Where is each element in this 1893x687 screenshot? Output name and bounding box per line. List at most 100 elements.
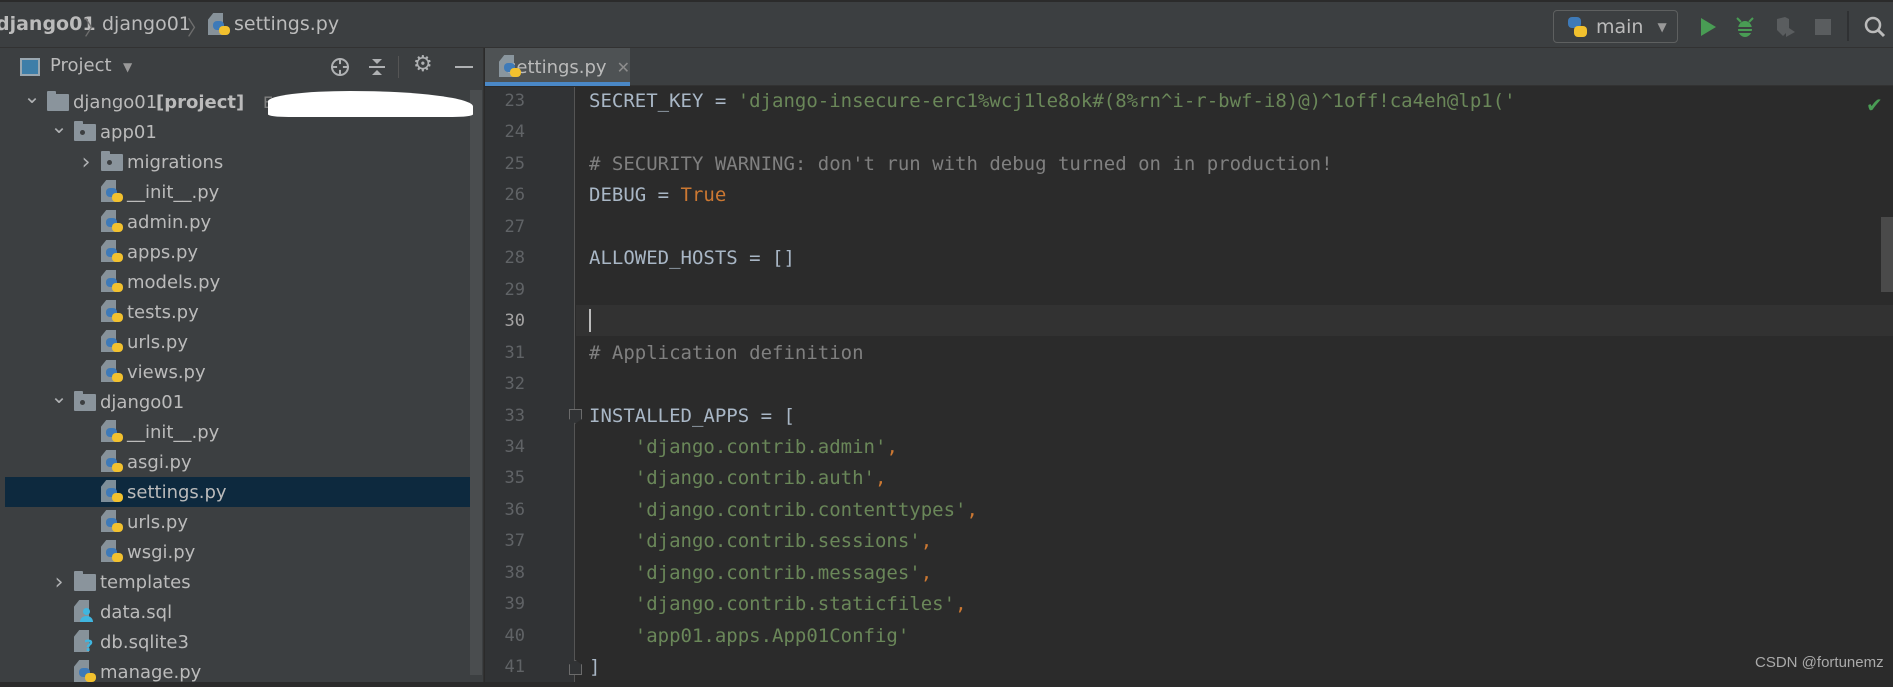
python-file-icon <box>101 540 123 564</box>
gear-icon[interactable]: ⚙ <box>413 52 433 77</box>
tree-item[interactable]: urls.py <box>5 507 470 537</box>
chevron-down-icon[interactable]: ⌄ <box>24 84 41 108</box>
tree-item-label: data.sql <box>100 601 173 623</box>
breadcrumb-file[interactable]: settings.py <box>234 13 339 35</box>
python-file-icon <box>101 270 123 294</box>
tree-item-label: tests.py <box>127 301 199 323</box>
tree-item-label: apps.py <box>127 241 199 263</box>
close-tab-icon[interactable]: ✕ <box>617 58 630 77</box>
search-button[interactable] <box>1860 12 1890 42</box>
python-file-icon <box>101 360 123 384</box>
breadcrumb-project[interactable]: django01 <box>0 13 96 35</box>
code-line[interactable]: ALLOWED_HOSTS = [] <box>589 243 795 274</box>
code-token-string: 'django.contrib.contenttypes' <box>634 498 967 521</box>
line-number: 29 <box>504 279 525 300</box>
python-file-icon <box>101 480 123 504</box>
code-line[interactable]: 'django.contrib.admin', <box>589 432 898 463</box>
line-number: 27 <box>504 216 525 237</box>
python-file-icon <box>101 180 123 204</box>
code-line[interactable]: 'django.contrib.sessions', <box>589 526 932 557</box>
project-panel-scrollbar[interactable] <box>470 90 482 675</box>
tree-item[interactable]: __init__.py <box>5 417 470 447</box>
line-number: 36 <box>504 499 525 520</box>
chevron-down-icon[interactable]: ⌄ <box>51 384 68 408</box>
tab-settings-py[interactable]: settings.py ✕ <box>485 48 630 86</box>
code-line[interactable]: 'app01.apps.App01Config' <box>589 621 910 652</box>
tree-item[interactable]: __init__.py <box>5 177 470 207</box>
tree-item[interactable]: settings.py <box>5 477 470 507</box>
no-problems-check-icon[interactable]: ✔ <box>1866 93 1883 117</box>
locate-file-icon[interactable] <box>330 57 350 77</box>
sql-file-icon <box>74 600 96 624</box>
code-line[interactable]: DEBUG = True <box>589 180 726 211</box>
tree-item[interactable]: ⌄ app01 <box>5 114 470 147</box>
run-configuration-dropdown[interactable]: main ▼ <box>1553 10 1678 43</box>
code-token-string: 'django.contrib.sessions' <box>634 530 921 553</box>
tree-item[interactable]: apps.py <box>5 237 470 267</box>
code-line[interactable]: ] <box>589 652 600 683</box>
tree-item[interactable]: urls.py <box>5 327 470 357</box>
breadcrumb-package[interactable]: django01 <box>102 13 191 35</box>
code-line[interactable]: SECRET_KEY = 'django-insecure-erc1%wcj1l… <box>589 86 1516 117</box>
tree-item[interactable]: views.py <box>5 357 470 387</box>
line-number: 37 <box>504 531 525 552</box>
code-line[interactable]: 'django.contrib.contenttypes', <box>589 495 978 526</box>
line-number: 33 <box>504 405 525 426</box>
code-line[interactable]: 'django.contrib.auth', <box>589 463 887 494</box>
tree-item[interactable]: admin.py <box>5 207 470 237</box>
tree-item-label: models.py <box>127 271 221 293</box>
tree-item[interactable]: › templates <box>5 567 470 597</box>
hide-panel-icon[interactable] <box>455 66 473 68</box>
code-line[interactable]: # Application definition <box>589 338 864 369</box>
code-line[interactable]: INSTALLED_APPS = [ <box>589 401 795 432</box>
chevron-down-icon[interactable]: ▼ <box>123 60 132 74</box>
debug-button[interactable] <box>1730 12 1760 42</box>
tree-item-label: __init__.py <box>127 421 220 443</box>
tree-item-label: db.sqlite3 <box>100 631 189 653</box>
stop-button[interactable] <box>1808 12 1838 42</box>
tree-item-label: templates <box>100 571 191 593</box>
tree-item[interactable]: wsgi.py <box>5 537 470 567</box>
search-icon <box>1864 16 1886 38</box>
code-token-keyword: True <box>680 184 727 207</box>
chevron-down-icon[interactable]: ⌄ <box>51 114 68 138</box>
chevron-right-icon[interactable]: › <box>79 150 93 175</box>
code-token-identifier: ] <box>589 656 601 679</box>
code-token-identifier <box>589 530 635 552</box>
tree-item[interactable]: ? db.sqlite3 <box>5 627 470 657</box>
code-line[interactable]: 'django.contrib.messages', <box>589 558 932 589</box>
code-token-identifier <box>589 467 635 489</box>
tree-item[interactable]: › migrations <box>5 147 470 177</box>
package-folder-icon <box>74 121 96 141</box>
editor-scrollbar[interactable] <box>1881 217 1893 292</box>
breadcrumb-separator-icon: 〉 <box>84 16 104 40</box>
toolbar-divider <box>1847 11 1849 41</box>
code-token-identifier <box>589 562 635 584</box>
code-token-identifier <box>589 436 635 458</box>
tree-item[interactable]: asgi.py <box>5 447 470 477</box>
tree-item[interactable]: manage.py <box>5 657 470 687</box>
tree-item[interactable]: ⌄ django01 <box>5 384 470 417</box>
tree-item-label: asgi.py <box>127 451 192 473</box>
run-icon <box>1701 18 1716 36</box>
run-button[interactable] <box>1693 12 1723 42</box>
tree-item-label: manage.py <box>100 661 202 683</box>
tree-item[interactable]: tests.py <box>5 297 470 327</box>
code-line[interactable]: # SECURITY WARNING: don't run with debug… <box>589 149 1333 180</box>
project-view-selector[interactable]: Project <box>50 55 112 76</box>
tree-item-label: wsgi.py <box>127 541 196 563</box>
coverage-button[interactable] <box>1771 12 1801 42</box>
code-line[interactable]: 'django.contrib.staticfiles', <box>589 589 967 620</box>
tree-item[interactable]: data.sql <box>5 597 470 627</box>
tree-item[interactable]: models.py <box>5 267 470 297</box>
chevron-right-icon[interactable]: › <box>52 570 66 595</box>
line-number: 23 <box>504 91 525 111</box>
watermark: CSDN @fortunemz <box>1755 654 1884 671</box>
project-view-icon <box>20 58 40 76</box>
code-token-string: 'django-insecure-erc1%wcj1le8ok#(8%rn^i-… <box>737 90 1516 112</box>
collapse-all-icon[interactable] <box>367 57 387 77</box>
line-number: 40 <box>504 625 525 646</box>
folder-icon <box>47 91 69 111</box>
code-token-keyword: , <box>955 593 967 616</box>
tab-label: settings.py <box>507 56 607 78</box>
